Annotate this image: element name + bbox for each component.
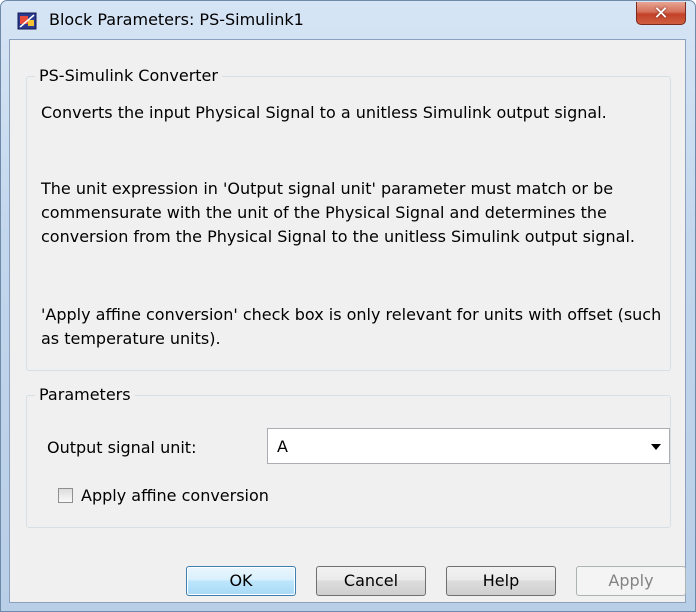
apply-affine-label[interactable]: Apply affine conversion xyxy=(81,486,269,505)
description-paragraph-3: 'Apply affine conversion' check box is o… xyxy=(41,305,662,348)
apply-affine-checkbox[interactable] xyxy=(58,488,73,503)
simulink-block-icon xyxy=(17,12,37,30)
title-bar[interactable]: Block Parameters: PS-Simulink1 ✕ xyxy=(1,1,695,39)
cancel-button[interactable]: Cancel xyxy=(316,566,426,596)
output-signal-unit-value: A xyxy=(277,437,288,456)
chevron-down-icon[interactable] xyxy=(651,444,661,450)
dialog-client-area: PS-Simulink Converter Converts the input… xyxy=(9,39,686,603)
output-signal-unit-select[interactable]: A xyxy=(267,428,670,464)
close-icon: ✕ xyxy=(653,3,669,24)
parameters-group-title: Parameters xyxy=(35,385,135,404)
apply-button[interactable]: Apply xyxy=(576,566,686,596)
description-paragraph-1: Converts the input Physical Signal to a … xyxy=(41,103,607,122)
description-paragraph-2: The unit expression in 'Output signal un… xyxy=(41,179,636,246)
description-group: PS-Simulink Converter Converts the input… xyxy=(26,66,671,371)
window-title: Block Parameters: PS-Simulink1 xyxy=(49,10,304,29)
help-button[interactable]: Help xyxy=(446,566,556,596)
close-button[interactable]: ✕ xyxy=(636,2,686,25)
output-signal-unit-label: Output signal unit: xyxy=(47,438,197,457)
ok-button[interactable]: OK xyxy=(186,566,296,596)
dialog-window: Block Parameters: PS-Simulink1 ✕ PS-Simu… xyxy=(0,0,696,612)
description-group-title: PS-Simulink Converter xyxy=(35,66,222,85)
